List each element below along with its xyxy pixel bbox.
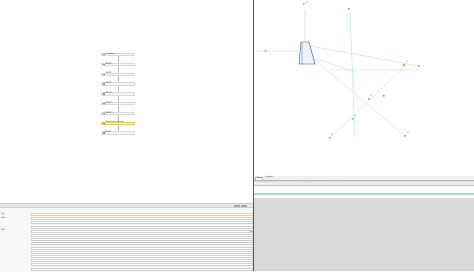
property-field[interactable]: Perspective Transformation <box>31 217 253 220</box>
viewport-marker <box>368 98 370 100</box>
property-field[interactable] <box>31 259 253 262</box>
browse-button[interactable] <box>250 231 252 233</box>
table-cell: ok <box>302 193 303 196</box>
properties-toolbar <box>0 204 253 208</box>
property-value: Perspective Transformation <box>33 218 52 219</box>
property-field[interactable]: Auto <box>31 226 253 229</box>
viewport-marker <box>404 135 406 137</box>
table-cell: 1001 <box>278 193 281 196</box>
viewport-marker <box>329 137 331 139</box>
toolbar-button[interactable] <box>234 205 240 207</box>
property-value: Auto <box>33 227 36 228</box>
property-value: SETUP <box>33 235 38 236</box>
table-row[interactable]: Point 4 1001 57 ok Orientation Fixed ok <box>254 193 474 196</box>
viewport-marker <box>352 118 354 120</box>
property-field[interactable]: Fix and edit orientation <box>31 242 253 245</box>
viewport-marker <box>265 50 266 51</box>
table-cell: ok <box>334 193 335 196</box>
table-cell: 57 <box>290 193 292 196</box>
property-field[interactable]: AOF data point <box>31 263 253 266</box>
viewport-marker <box>418 65 420 67</box>
viewport-line <box>315 60 405 136</box>
tab-points[interactable]: Points <box>255 177 263 181</box>
properties-panel: Type SETUP Name Perspective Transformation A… <box>0 203 253 272</box>
property-field[interactable] <box>31 255 253 258</box>
viewport-line <box>305 45 419 66</box>
browse-button[interactable] <box>250 244 252 246</box>
selected-quad <box>299 42 315 64</box>
viewport-label-cp: CP <box>306 3 308 4</box>
viewport-marker <box>303 3 305 5</box>
points-panel: Points Orientation NameXYQuality TypeOri… <box>254 176 474 271</box>
property-value: SETUP <box>33 214 38 215</box>
viewport-label-p4: P4 <box>331 135 333 136</box>
property-field[interactable]: SETUP <box>31 213 253 216</box>
points-table: NameXYQuality TypeOrientationQuality Ref… <box>254 182 474 198</box>
viewport-label-p5: P5 <box>407 133 409 134</box>
viewport-label-p2: P2 <box>370 96 372 97</box>
property-label: Name <box>1 218 5 220</box>
viewport-label-p3: P3 <box>354 116 356 117</box>
table-cell: Point 4 <box>255 193 259 196</box>
property-field[interactable] <box>31 251 253 254</box>
property-field[interactable] <box>31 230 253 233</box>
viewport-label-p1: P1 <box>406 62 408 63</box>
property-field[interactable]: SETUP <box>31 234 253 237</box>
viewport-marker <box>348 8 350 10</box>
property-label: Type <box>1 214 4 216</box>
property-value: AOF data point <box>33 264 44 265</box>
viewport-marker <box>383 95 385 97</box>
property-field[interactable] <box>31 268 253 271</box>
property-value: Fix and edit orientation <box>33 243 49 244</box>
viewport-marker <box>403 64 405 66</box>
property-field[interactable] <box>31 247 253 250</box>
property-value: 1.0 <box>33 239 35 240</box>
property-field[interactable]: 1.0 <box>31 238 253 241</box>
property-field[interactable] <box>31 221 253 224</box>
points-tabbar: Points Orientation <box>254 176 474 181</box>
table-cell: Orientation Fixed <box>317 193 328 196</box>
toolbar-button[interactable] <box>241 205 247 207</box>
tab-orientation[interactable]: Orientation <box>264 177 274 180</box>
property-label: Mode <box>1 230 5 232</box>
viewport-line <box>330 66 405 138</box>
